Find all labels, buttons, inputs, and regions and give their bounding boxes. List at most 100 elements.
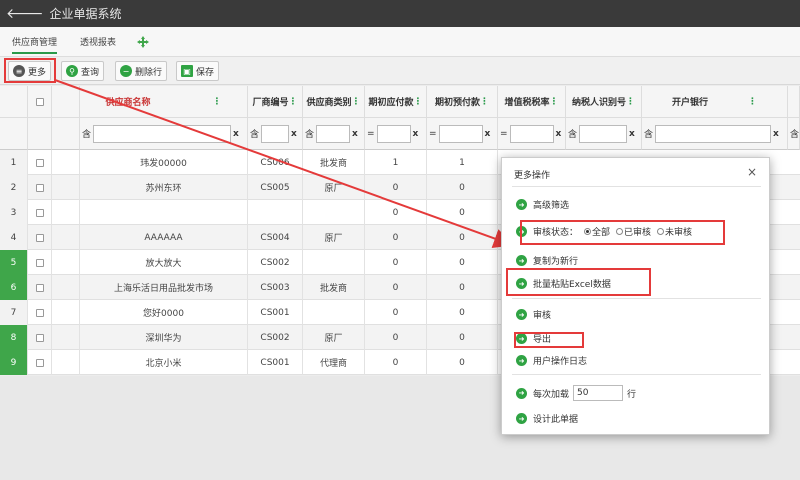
row-select[interactable] — [28, 325, 52, 350]
cell-opening-payable[interactable]: 0 — [365, 350, 427, 375]
cell-category[interactable]: 原厂 — [303, 225, 365, 250]
filter-clear-icon[interactable]: x — [629, 129, 635, 139]
cell-opening-payable[interactable]: 0 — [365, 250, 427, 275]
filter-clear-icon[interactable]: x — [413, 129, 419, 139]
header-bank[interactable]: 开户银行 ⋮ — [642, 86, 788, 118]
cell-vendor-code[interactable]: CS002 — [248, 250, 303, 275]
filter-operator[interactable]: = — [367, 129, 375, 139]
cell-opening-payable[interactable]: 0 — [365, 300, 427, 325]
move-cross-icon[interactable] — [136, 35, 150, 49]
row-select[interactable] — [28, 225, 52, 250]
cell-opening-prepaid[interactable]: 1 — [427, 150, 498, 175]
filter-clear-icon[interactable]: x — [556, 129, 562, 139]
header-taxpayer-id[interactable]: 纳税人识别号 ⋮ — [566, 86, 642, 118]
column-menu-icon[interactable]: ⋮ — [626, 97, 635, 107]
filter-category-input[interactable] — [316, 124, 351, 143]
filter-vendor-code-input[interactable] — [261, 124, 290, 143]
cell-supplier-name[interactable]: 玮发00000 — [80, 150, 248, 175]
cell-vendor-code[interactable]: CS006 — [248, 150, 303, 175]
cell-vendor-code[interactable]: CS001 — [248, 300, 303, 325]
column-menu-icon[interactable]: ⋮ — [289, 97, 298, 107]
cell-vendor-code[interactable]: CS001 — [248, 350, 303, 375]
filter-clear-icon[interactable]: x — [233, 129, 239, 139]
row-checkbox[interactable] — [35, 233, 44, 242]
filter-operator[interactable]: 含 — [82, 127, 91, 140]
row-select[interactable] — [28, 150, 52, 175]
design-form-item[interactable]: ➜ 设计此单据 — [516, 412, 578, 425]
cell-opening-prepaid[interactable]: 0 — [427, 250, 498, 275]
cell-category[interactable]: 批发商 — [303, 150, 365, 175]
column-menu-icon[interactable]: ⋮ — [480, 97, 489, 107]
cell-supplier-name[interactable]: 北京小米 — [80, 350, 248, 375]
column-menu-icon[interactable]: ⋮ — [213, 97, 222, 107]
row-select[interactable] — [28, 300, 52, 325]
header-vendor-code[interactable]: 厂商编号 ⋮ — [248, 86, 303, 118]
tab-supplier-management[interactable]: 供应商管理 — [12, 35, 58, 54]
row-checkbox[interactable] — [35, 283, 44, 292]
filter-supplier-name-input[interactable] — [93, 124, 232, 143]
row-checkbox[interactable] — [35, 208, 44, 217]
filter-opening-prepaid-input[interactable] — [438, 124, 483, 143]
row-select[interactable] — [28, 350, 52, 375]
row-checkbox[interactable] — [35, 183, 44, 192]
delete-row-button[interactable]: − 删除行 — [115, 61, 168, 81]
cell-supplier-name[interactable]: 苏州东环 — [80, 175, 248, 200]
filter-operator[interactable]: 含 — [790, 127, 799, 140]
filter-clear-icon[interactable]: x — [291, 129, 297, 139]
cell-opening-payable[interactable]: 0 — [365, 275, 427, 300]
select-all-checkbox[interactable] — [35, 97, 44, 106]
filter-clear-icon[interactable]: x — [773, 129, 779, 139]
filter-clear-icon[interactable]: x — [485, 129, 491, 139]
cell-opening-payable[interactable]: 1 — [365, 150, 427, 175]
header-opening-payable[interactable]: 期初应付款 ⋮ — [365, 86, 427, 118]
advanced-filter-item[interactable]: ➜ 高级筛选 — [516, 198, 569, 211]
row-checkbox[interactable] — [35, 308, 44, 317]
filter-vat-rate-input[interactable] — [509, 124, 554, 143]
row-checkbox[interactable] — [35, 358, 44, 367]
row-checkbox[interactable] — [35, 258, 44, 267]
cell-supplier-name[interactable]: 深圳华为 — [80, 325, 248, 350]
cell-opening-prepaid[interactable]: 0 — [427, 300, 498, 325]
row-select[interactable] — [28, 275, 52, 300]
filter-operator[interactable]: = — [429, 129, 437, 139]
cell-supplier-name[interactable]: 您好0000 — [80, 300, 248, 325]
cell-category[interactable]: 代理商 — [303, 350, 365, 375]
cell-opening-payable[interactable]: 0 — [365, 325, 427, 350]
filter-clear-icon[interactable]: x — [352, 129, 358, 139]
cell-opening-prepaid[interactable]: 0 — [427, 225, 498, 250]
row-select[interactable] — [28, 250, 52, 275]
cell-supplier-name[interactable]: 上海乐活日用品批发市场 — [80, 275, 248, 300]
user-log-item[interactable]: ➜ 用户操作日志 — [516, 354, 587, 367]
cell-supplier-name[interactable] — [80, 200, 248, 225]
audit-item[interactable]: ➜ 审核 — [516, 308, 551, 321]
cell-opening-prepaid[interactable]: 0 — [427, 350, 498, 375]
cell-category[interactable]: 原厂 — [303, 175, 365, 200]
copy-new-row-item[interactable]: ➜ 复制为新行 — [516, 254, 578, 267]
save-button[interactable]: ▣ 保存 — [176, 61, 220, 81]
cell-opening-payable[interactable]: 0 — [365, 175, 427, 200]
close-icon[interactable]: × — [747, 165, 757, 179]
column-menu-icon[interactable]: ⋮ — [550, 97, 559, 107]
column-menu-icon[interactable]: ⋮ — [352, 97, 361, 107]
header-select-all[interactable] — [28, 86, 52, 118]
cell-vendor-code[interactable] — [248, 200, 303, 225]
cell-opening-prepaid[interactable]: 0 — [427, 275, 498, 300]
back-arrow-icon[interactable]: 🡐 — [6, 7, 44, 21]
load-count-input[interactable]: 50 — [573, 385, 624, 401]
filter-operator[interactable]: 含 — [305, 127, 314, 140]
cell-opening-prepaid[interactable]: 0 — [427, 200, 498, 225]
query-button[interactable]: ⚲ 查询 — [61, 61, 105, 81]
filter-operator[interactable]: 含 — [644, 127, 653, 140]
cell-opening-prepaid[interactable]: 0 — [427, 325, 498, 350]
filter-taxpayer-id-input[interactable] — [579, 124, 628, 143]
cell-opening-payable[interactable]: 0 — [365, 225, 427, 250]
header-vat-rate[interactable]: 增值税税率 ⋮ — [498, 86, 566, 118]
tab-pivot-report[interactable]: 透视报表 — [80, 35, 116, 48]
column-menu-icon[interactable]: ⋮ — [748, 97, 757, 107]
header-supplier-name[interactable]: 供应商名称 ⋮ — [80, 86, 248, 118]
filter-operator[interactable]: 含 — [250, 127, 259, 140]
filter-operator[interactable]: 含 — [568, 127, 577, 140]
cell-category[interactable]: 批发商 — [303, 275, 365, 300]
header-opening-prepaid[interactable]: 期初预付款 ⋮ — [427, 86, 498, 118]
cell-opening-prepaid[interactable]: 0 — [427, 175, 498, 200]
